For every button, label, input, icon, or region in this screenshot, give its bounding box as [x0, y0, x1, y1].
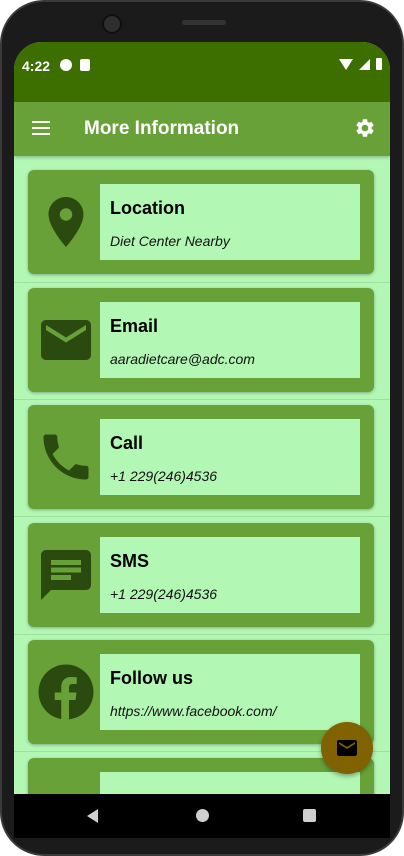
follow-us-card[interactable]: Follow us https://www.facebook.com/ [28, 640, 374, 744]
location-pin-icon [48, 197, 84, 247]
sd-card-icon [80, 59, 90, 71]
app-screen: 4:22 More Information Location Diet Cent… [14, 42, 390, 794]
card-panel: SMS +1 229(246)4536 [100, 537, 360, 613]
card-panel: Location Diet Center Nearby [100, 184, 360, 260]
phone-icon [43, 434, 89, 480]
system-nav-bar [14, 794, 390, 838]
facebook-icon [38, 664, 94, 720]
card-title: Email [110, 316, 159, 336]
earpiece-speaker [182, 20, 226, 25]
card-title: Location [110, 198, 185, 218]
back-icon[interactable] [87, 809, 98, 823]
card-title: Follow us [110, 668, 193, 688]
card-subtitle: +1 229(246)4536 [110, 586, 218, 602]
wifi-icon [339, 58, 353, 70]
card-subtitle: +1 229(246)4536 [110, 468, 218, 484]
location-card[interactable]: Location Diet Center Nearby [28, 170, 374, 274]
partial-card[interactable] [28, 758, 374, 794]
gear-icon[interactable] [354, 117, 376, 139]
email-fab-button[interactable] [321, 722, 373, 774]
card-panel [100, 772, 360, 794]
card-subtitle: aaradietcare@adc.com [110, 351, 255, 367]
page-title: More Information [84, 118, 240, 139]
divider [14, 399, 390, 400]
divider [14, 516, 390, 517]
divider [14, 282, 390, 283]
front-camera [102, 14, 122, 34]
card-subtitle: https://www.facebook.com/ [110, 703, 277, 719]
hamburger-menu-icon[interactable] [32, 121, 50, 135]
sms-card[interactable]: SMS +1 229(246)4536 [28, 523, 374, 627]
card-panel: Call +1 229(246)4536 [100, 419, 360, 495]
status-right-icons [339, 58, 382, 70]
device-frame: 4:22 More Information Location Diet Cent… [0, 0, 404, 856]
status-time: 4:22 [22, 58, 51, 74]
app-bar: More Information [14, 102, 390, 156]
notification-icon [60, 59, 72, 71]
status-bar: 4:22 [14, 42, 390, 102]
info-list: Location Diet Center Nearby Email aaradi… [14, 156, 390, 794]
card-title: SMS [110, 551, 150, 571]
card-panel: Email aaradietcare@adc.com [100, 302, 360, 378]
card-subtitle: Diet Center Nearby [110, 233, 230, 249]
home-icon[interactable] [196, 809, 209, 822]
card-title: Call [110, 433, 144, 453]
recent-apps-icon[interactable] [303, 809, 316, 822]
phone-shell: 4:22 More Information Location Diet Cent… [0, 0, 404, 856]
phone-top-bezel [2, 2, 402, 42]
mail-icon [337, 740, 357, 756]
divider [14, 634, 390, 635]
battery-icon [376, 58, 382, 70]
call-card[interactable]: Call +1 229(246)4536 [28, 405, 374, 509]
mail-icon [41, 320, 91, 360]
email-card[interactable]: Email aaradietcare@adc.com [28, 288, 374, 392]
message-icon [41, 550, 91, 600]
card-panel: Follow us https://www.facebook.com/ [100, 654, 360, 730]
signal-icon [359, 58, 370, 70]
